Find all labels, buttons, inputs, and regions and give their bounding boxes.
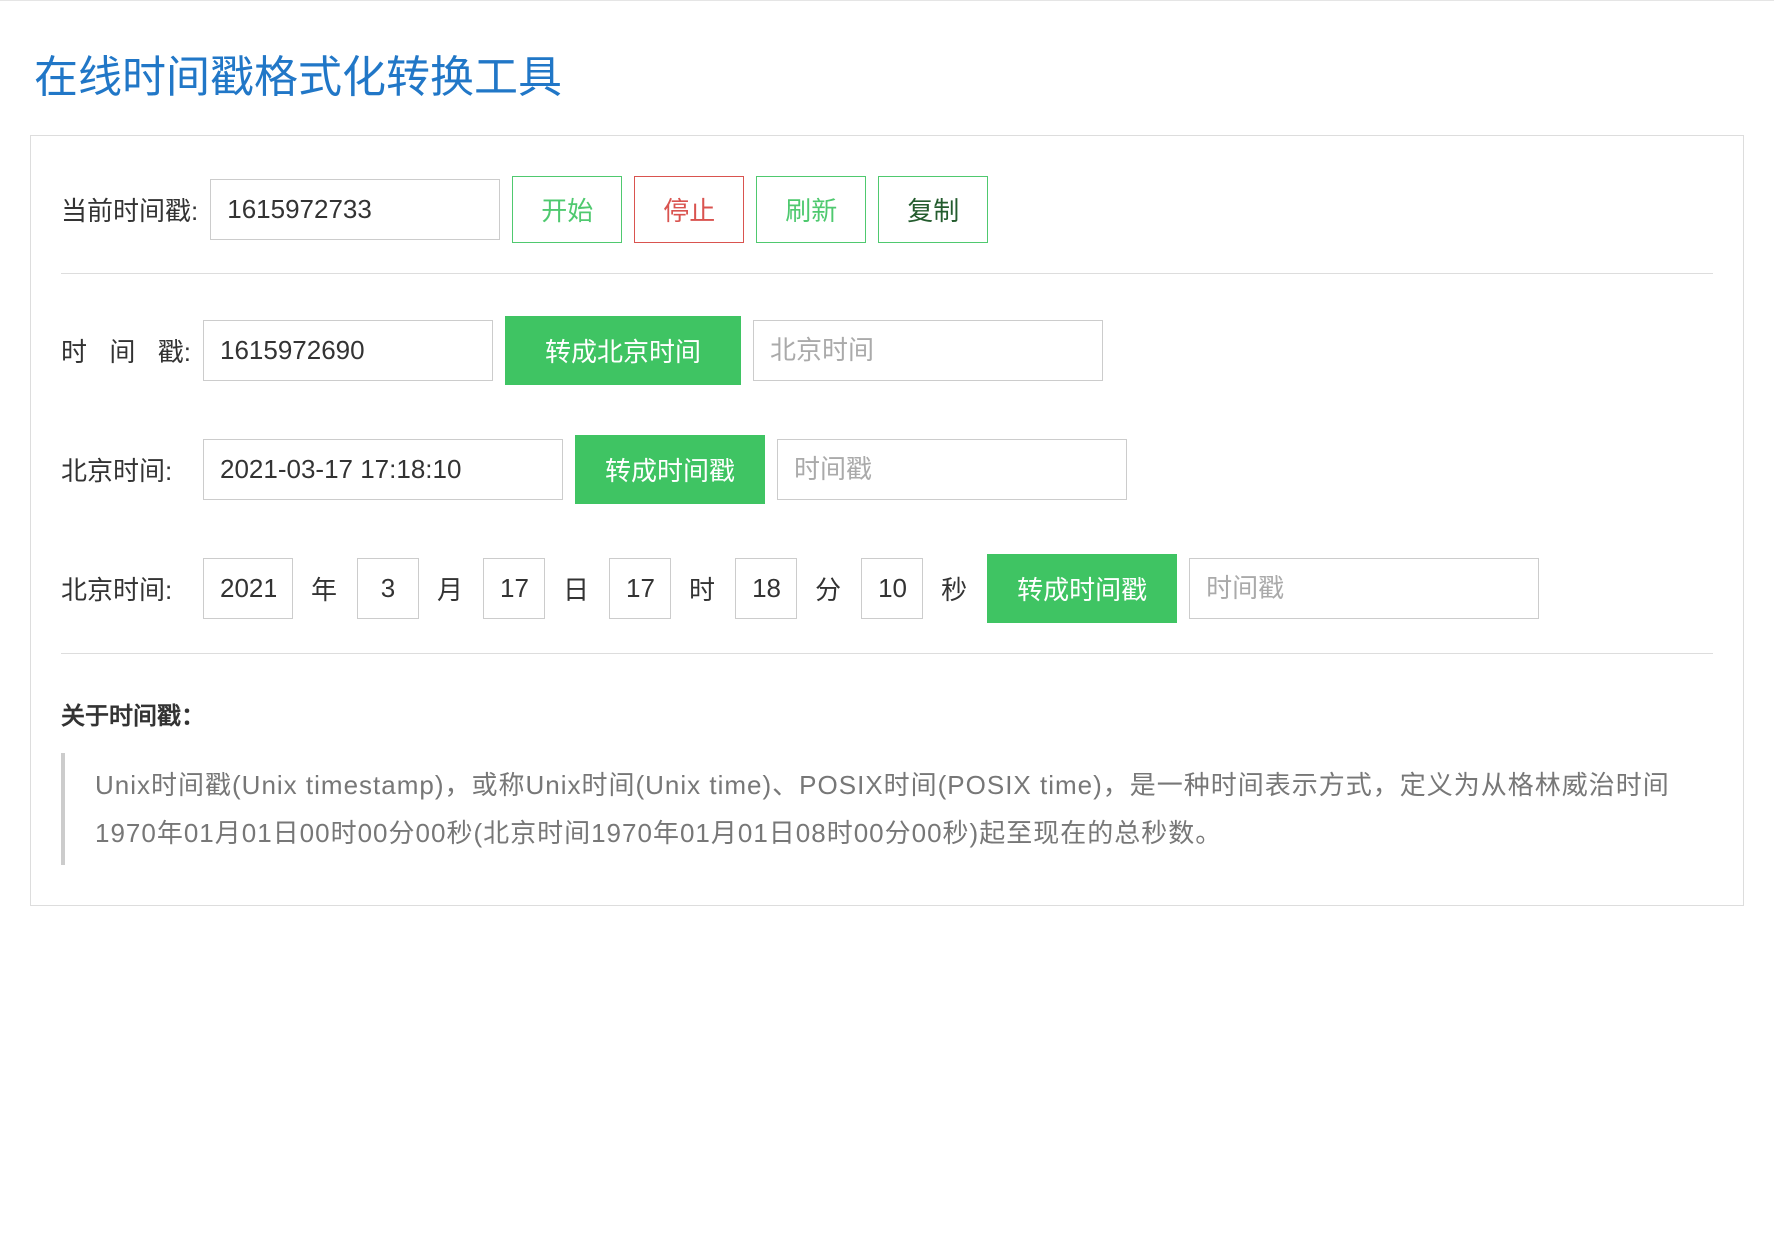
split-datetime-to-ts-row: 北京时间: 年 月 日 时 分 秒 转成时间戳 <box>61 554 1713 623</box>
ts-to-datetime-row: 时间戳: 转成北京时间 <box>61 316 1713 385</box>
second-input[interactable] <box>861 558 923 619</box>
ts-output-2[interactable] <box>1189 558 1539 619</box>
hour-input[interactable] <box>609 558 671 619</box>
copy-button[interactable]: 复制 <box>878 176 988 243</box>
datetime-input[interactable] <box>203 439 563 500</box>
current-timestamp-input[interactable] <box>210 179 500 240</box>
current-timestamp-label: 当前时间戳: <box>61 191 198 228</box>
day-input[interactable] <box>483 558 545 619</box>
minute-input[interactable] <box>735 558 797 619</box>
current-timestamp-row: 当前时间戳: 开始 停止 刷新 复制 <box>61 176 1713 243</box>
day-unit: 日 <box>563 570 589 607</box>
converter-panel: 当前时间戳: 开始 停止 刷新 复制 时间戳: 转成北京时间 北京时间: 转成时… <box>30 135 1744 906</box>
beijing-time-label-1: 北京时间: <box>61 451 191 488</box>
divider-2 <box>61 653 1713 654</box>
timestamp-input[interactable] <box>203 320 493 381</box>
hour-unit: 时 <box>689 570 715 607</box>
stop-button[interactable]: 停止 <box>634 176 744 243</box>
month-input[interactable] <box>357 558 419 619</box>
month-unit: 月 <box>437 570 463 607</box>
about-title: 关于时间戳： <box>61 696 1713 731</box>
convert-to-datetime-button[interactable]: 转成北京时间 <box>505 316 741 385</box>
beijing-time-label-2: 北京时间: <box>61 570 191 607</box>
start-button[interactable]: 开始 <box>512 176 622 243</box>
datetime-output[interactable] <box>753 320 1103 381</box>
ts-output-1[interactable] <box>777 439 1127 500</box>
year-input[interactable] <box>203 558 293 619</box>
convert-to-ts-button-2[interactable]: 转成时间戳 <box>987 554 1177 623</box>
datetime-to-ts-row: 北京时间: 转成时间戳 <box>61 435 1713 504</box>
divider <box>61 273 1713 274</box>
year-unit: 年 <box>311 570 337 607</box>
refresh-button[interactable]: 刷新 <box>756 176 866 243</box>
convert-to-ts-button-1[interactable]: 转成时间戳 <box>575 435 765 504</box>
page-title: 在线时间戳格式化转换工具 <box>0 0 1774 135</box>
minute-unit: 分 <box>815 570 841 607</box>
timestamp-label: 时间戳: <box>61 332 191 369</box>
second-unit: 秒 <box>941 570 967 607</box>
about-body: Unix时间戳(Unix timestamp)，或称Unix时间(Unix ti… <box>61 753 1713 865</box>
